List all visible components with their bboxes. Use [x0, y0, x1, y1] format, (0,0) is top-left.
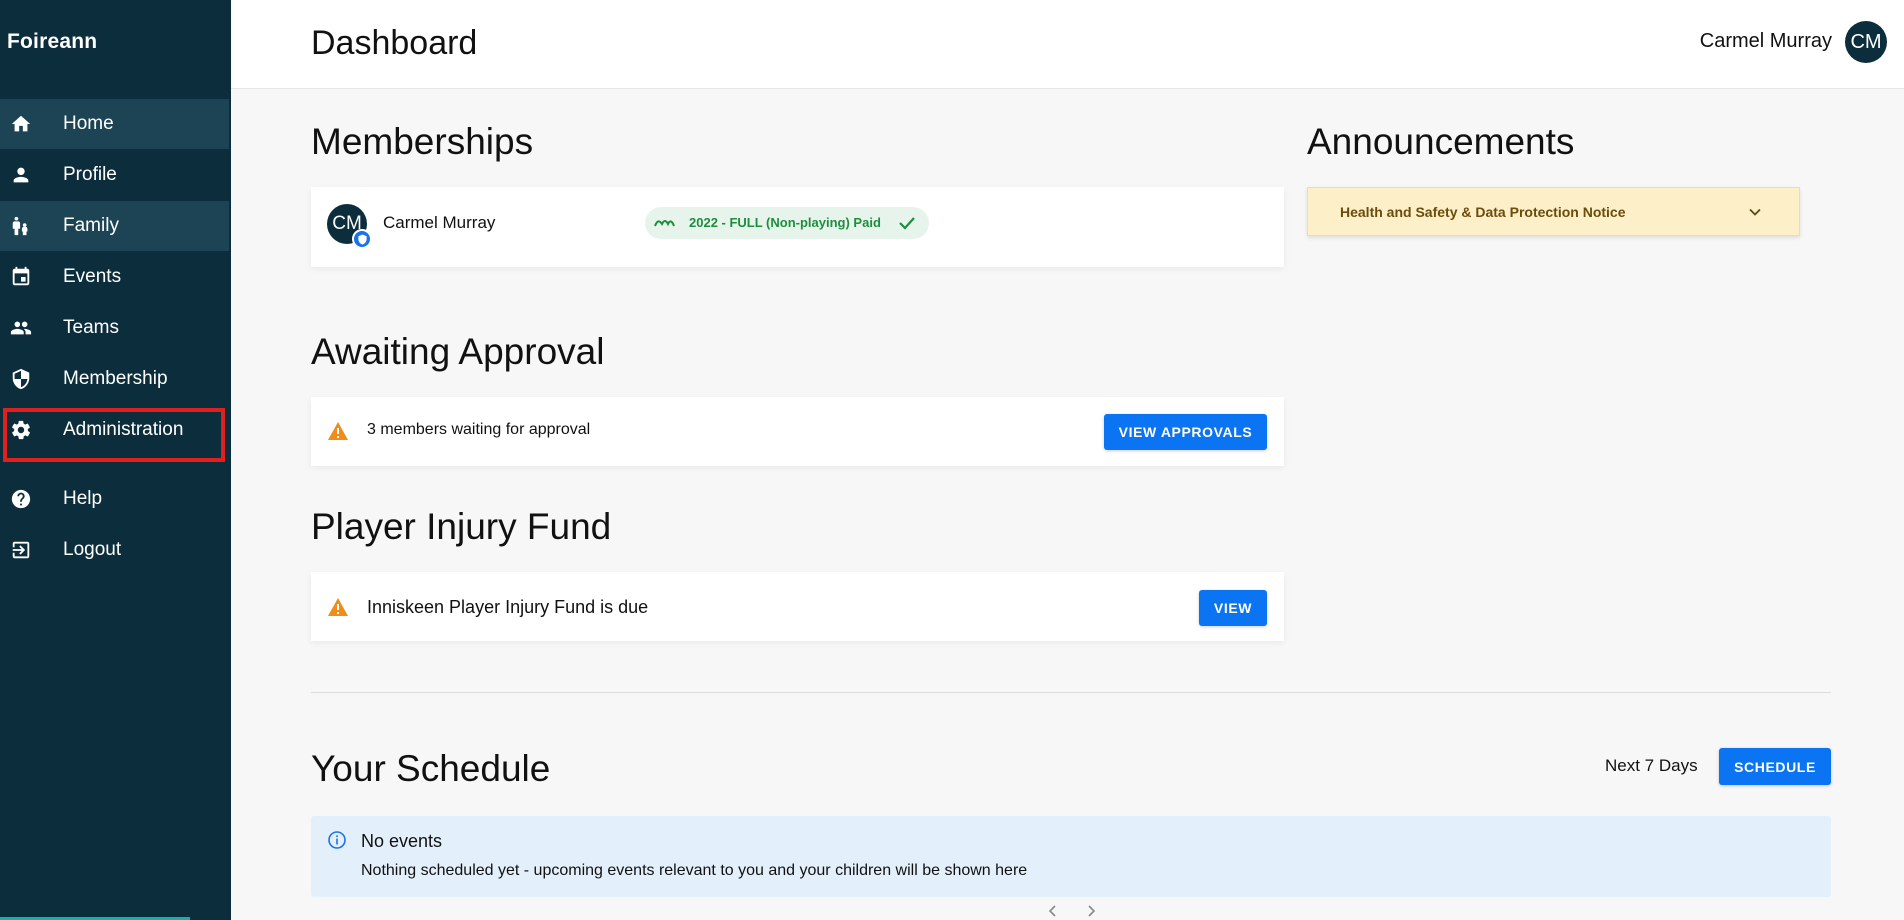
person-icon: [9, 163, 33, 187]
no-events-title: No events: [361, 831, 443, 851]
sidebar-item-events[interactable]: Events: [0, 252, 229, 302]
sidebar-item-administration[interactable]: Administration: [0, 405, 229, 455]
sidebar-item-logout[interactable]: Logout: [0, 525, 229, 575]
sidebar: Foireann Home Profile Family Events Team…: [0, 0, 231, 920]
sidebar-item-teams[interactable]: Teams: [0, 303, 229, 353]
brand-logo[interactable]: Foireann: [7, 30, 97, 54]
divider: [311, 692, 1831, 693]
sidebar-item-label: Help: [63, 488, 103, 509]
approval-card: 3 members waiting for approval VIEW APPR…: [311, 397, 1284, 466]
schedule-button[interactable]: SCHEDULE: [1719, 748, 1831, 785]
memberships-title: Memberships: [311, 121, 534, 162]
help-icon: [9, 487, 33, 511]
chip-label: 2022 - FULL (Non-playing) Paid: [689, 215, 881, 230]
injury-fund-card: Inniskeen Player Injury Fund is due VIEW: [311, 572, 1284, 641]
announcements-title: Announcements: [1307, 121, 1575, 162]
sidebar-item-membership[interactable]: Membership: [0, 354, 229, 404]
shield-icon: [9, 367, 33, 391]
page-title: Dashboard: [311, 24, 478, 62]
gaa-logo-icon: [654, 220, 675, 227]
sidebar-item-help[interactable]: Help: [0, 474, 229, 524]
sidebar-item-family[interactable]: Family: [0, 201, 229, 251]
top-bar: Dashboard Carmel Murray CM: [231, 0, 1904, 89]
sidebar-item-label: Logout: [63, 539, 122, 560]
sidebar-item-home[interactable]: Home: [0, 99, 229, 149]
user-avatar[interactable]: CM: [1845, 21, 1887, 63]
sidebar-item-label: Membership: [63, 368, 168, 389]
sidebar-item-profile[interactable]: Profile: [0, 150, 229, 200]
injury-fund-message: Inniskeen Player Injury Fund is due: [367, 597, 649, 617]
sidebar-item-label: Administration: [63, 419, 184, 440]
view-button[interactable]: VIEW: [1199, 590, 1267, 626]
sidebar-item-label: Family: [63, 215, 119, 236]
announcement-accordion[interactable]: Health and Safety & Data Protection Noti…: [1307, 187, 1800, 236]
sidebar-item-label: Home: [63, 113, 114, 134]
warning-icon: [328, 422, 348, 440]
member-name: Carmel Murray: [383, 213, 496, 232]
membership-status-chip: 2022 - FULL (Non-playing) Paid: [645, 207, 929, 239]
gear-icon: [9, 418, 33, 442]
user-name[interactable]: Carmel Murray: [1700, 30, 1832, 53]
membership-card: CM Carmel Murray 2022 - FULL (Non-playin…: [311, 187, 1284, 267]
check-icon: [899, 217, 915, 230]
member-avatar: CM: [327, 204, 372, 249]
verified-badge-icon: [352, 229, 372, 249]
announcement-title: Health and Safety & Data Protection Noti…: [1340, 204, 1626, 220]
group-icon: [9, 316, 33, 340]
family-icon: [9, 214, 33, 238]
warning-icon: [328, 598, 348, 616]
schedule-range: Next 7 Days: [1605, 756, 1698, 775]
awaiting-approval-title: Awaiting Approval: [311, 331, 605, 372]
sidebar-item-label: Teams: [63, 317, 119, 338]
chevron-down-icon: [1749, 208, 1761, 216]
info-icon: [328, 831, 346, 849]
calendar-icon: [9, 265, 33, 289]
home-icon: [9, 112, 33, 136]
injury-fund-title: Player Injury Fund: [311, 506, 612, 547]
approval-message: 3 members waiting for approval: [367, 421, 591, 438]
chevron-left-icon[interactable]: [1045, 904, 1061, 918]
view-approvals-button[interactable]: VIEW APPROVALS: [1104, 414, 1267, 450]
chevron-right-icon[interactable]: [1083, 904, 1099, 918]
logout-icon: [9, 538, 33, 562]
no-events-text: Nothing scheduled yet - upcoming events …: [361, 862, 1028, 879]
schedule-title: Your Schedule: [311, 748, 551, 789]
no-events-alert: No events Nothing scheduled yet - upcomi…: [311, 816, 1831, 897]
sidebar-item-label: Profile: [63, 164, 117, 185]
sidebar-item-label: Events: [63, 266, 122, 287]
